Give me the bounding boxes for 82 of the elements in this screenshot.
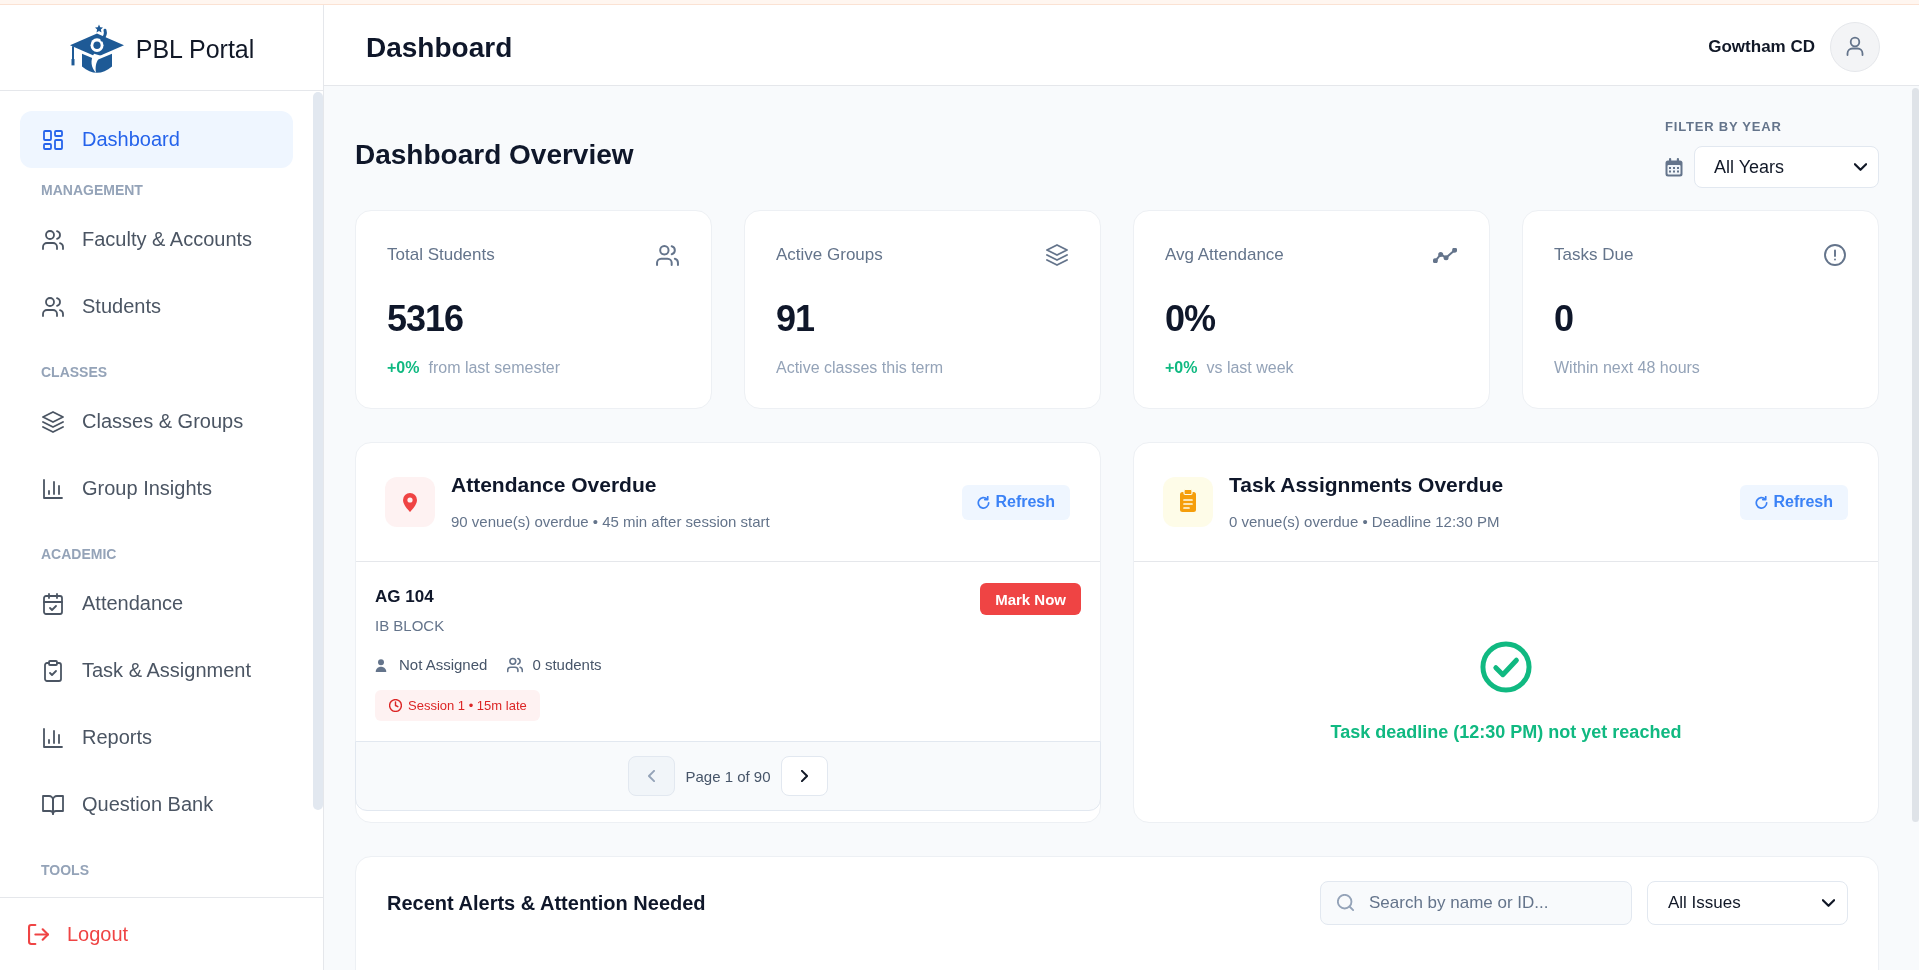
mark-now-button[interactable]: Mark Now [980,583,1081,615]
stat-value: 0 [1554,299,1575,339]
nav-item[interactable]: Question Bank [20,776,293,833]
layers-icon [1046,244,1068,266]
stat-title: Total Students [387,245,495,265]
section-heading: MANAGEMENT [41,181,144,199]
trend-value: +0% [1165,358,1198,378]
nav-item[interactable]: Faculty & Accounts [20,211,293,268]
graduation-cap-logo-icon [68,23,126,76]
stat-title: Tasks Due [1554,245,1634,265]
calendar-icon [1665,157,1683,177]
trend-value: +0% [387,358,420,378]
check-circle-icon [1480,640,1532,693]
book-icon [42,793,64,816]
stat-note: vs last week [1206,358,1294,378]
chevron-left-icon [648,770,656,782]
next-page-button[interactable] [780,756,828,796]
user-name: Gowtham CD [1708,37,1815,57]
card-subtitle: 90 venue(s) overdue • 45 min after session start [451,512,770,532]
users-icon [42,228,64,251]
stat-title: Active Groups [776,245,883,265]
stat-note: Within next 48 hours [1554,358,1700,378]
venue-name: AG 104 [375,586,435,608]
nav-item[interactable]: Reports [20,709,293,766]
avatar-icon[interactable] [1830,22,1880,72]
users-icon [507,657,524,673]
chevron-down-icon [1854,163,1867,171]
stat-value: 91 [776,299,816,339]
section-heading: ACADEMIC [41,545,118,563]
venue-location: IB BLOCK [375,616,445,636]
calendar-check-icon [42,592,64,615]
scrollbar-thumb[interactable] [313,92,323,810]
scrollbar-thumb[interactable] [1912,88,1919,822]
bar-chart-icon [42,477,64,500]
card-title: Attendance Overdue [451,472,658,498]
clipboard-icon [1163,477,1213,527]
stat-note: from last semester [428,358,561,378]
card-subtitle: 0 venue(s) overdue • Deadline 12:30 PM [1229,512,1501,532]
filter-label: FILTER BY YEAR [1665,118,1783,136]
card-title: Task Assignments Overdue [1229,472,1504,498]
map-pin-icon [385,477,435,527]
nav-item[interactable]: Task & Assignment [20,642,293,699]
section-heading: CLASSES [41,363,109,381]
student-count: 0 students [532,655,602,675]
status-message: Task deadline (12:30 PM) not yet reached [1330,720,1682,744]
brand-name: PBL Portal [135,35,255,64]
person-icon [375,658,387,672]
users-icon [42,295,64,318]
section-title: Dashboard Overview [355,138,634,171]
bar-chart-icon [42,726,64,749]
stat-value: 0% [1165,299,1217,339]
year-select[interactable]: All Years [1694,146,1879,188]
page-title: Dashboard [366,31,513,64]
alert-icon [1824,244,1846,266]
nav-item[interactable]: Group Insights [20,460,293,517]
section-heading: TOOLS [41,861,90,879]
trend-line-icon [1433,247,1457,263]
refresh-icon [1755,495,1769,509]
faculty-name: Not Assigned [399,655,488,675]
nav-item[interactable]: Students [20,278,293,335]
clock-icon [389,699,402,712]
stat-title: Avg Attendance [1165,245,1284,265]
nav-item[interactable]: Attendance [20,575,293,632]
stat-value: 5316 [387,299,465,339]
search-icon [1337,894,1354,911]
logout-button[interactable]: Logout [28,922,129,946]
card-title: Recent Alerts & Attention Needed [387,891,707,915]
nav-item[interactable]: Dashboard [20,111,293,168]
clipboard-check-icon [42,659,64,682]
late-text: Session 1 • 15m late [408,698,527,713]
nav-item[interactable]: Classes & Groups [20,393,293,450]
chevron-down-icon [1822,899,1835,907]
refresh-icon [977,495,991,509]
users-icon [656,243,679,267]
logout-icon [28,923,49,945]
search-field[interactable]: Search by name or ID... [1320,881,1632,925]
page-label: Page 1 of 90 [685,767,771,785]
layout-grid-icon [42,128,64,151]
issue-select[interactable]: All Issues [1647,881,1848,925]
stat-note: Active classes this term [776,358,944,378]
chevron-right-icon [800,770,808,782]
layers-icon [42,410,64,433]
